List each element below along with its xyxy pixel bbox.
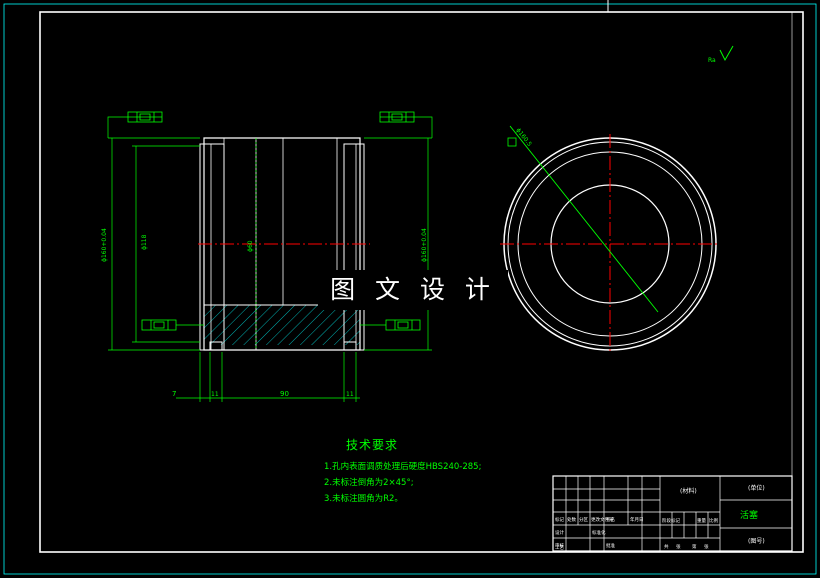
svg-text:张: 张 <box>676 543 681 550</box>
tol-frame-mid-right <box>385 319 421 331</box>
dim-left-outer: ϕ160+0.04 <box>101 228 108 262</box>
title-small-labels: 标记 处数 分区 更改文件号 签名 年月日 设计 标准化 阶段标记 重量 比例 … <box>555 516 718 551</box>
tech-req-item-2: 2.未标注倒角为2×45°; <box>324 478 414 488</box>
tech-req-item-1: 1.孔内表面调质处理后硬度HBS240-285; <box>324 462 482 472</box>
watermark-text: 图 文 设 计 <box>318 270 508 310</box>
svg-text:分区: 分区 <box>579 516 588 523</box>
tech-req-title: 技术要求 <box>346 438 399 452</box>
tol-frame-mid-left <box>141 319 177 331</box>
svg-text:张: 张 <box>704 543 709 550</box>
svg-text:标准化: 标准化 <box>592 529 606 536</box>
title-material: (材料) <box>680 487 697 495</box>
dim-right-outer: ϕ160+0.04 <box>421 228 428 262</box>
dim-left-inner: ϕ118 <box>141 234 148 250</box>
title-company: (单位) <box>748 484 765 492</box>
dim-bottom-90: 90 <box>280 390 289 398</box>
tech-req-item-3: 3.未标注圆角为R2。 <box>324 494 403 504</box>
section-hatch <box>204 305 360 345</box>
title-part-name: 活塞 <box>740 509 758 521</box>
diameter-leader <box>509 125 659 313</box>
side-view <box>500 125 720 352</box>
dim-bottom-11a: 11 <box>211 391 219 398</box>
svg-text:设计: 设计 <box>555 529 564 536</box>
dim-bottom-11b: 11 <box>346 391 354 398</box>
svg-text:年月日: 年月日 <box>630 516 644 523</box>
svg-text:标记: 标记 <box>555 516 564 523</box>
dim-circle-leader: ϕ160.5 <box>514 127 533 148</box>
title-drawing-no: (图号) <box>748 538 765 545</box>
surface-finish-icon <box>719 45 734 62</box>
svg-text:第: 第 <box>692 543 697 550</box>
svg-text:处数: 处数 <box>567 516 576 523</box>
svg-text:签名: 签名 <box>606 516 615 523</box>
dim-center-bore: ϕ60 <box>247 240 254 252</box>
svg-text:共: 共 <box>664 543 669 550</box>
svg-text:阶段标记: 阶段标记 <box>662 517 680 524</box>
front-dimensions <box>107 116 433 402</box>
technical-requirements: 技术要求 1.孔内表面调质处理后硬度HBS240-285; 2.未标注倒角为2×… <box>324 436 481 507</box>
surface-finish-mark: Ra <box>708 57 716 64</box>
svg-text:工艺: 工艺 <box>555 545 564 551</box>
datum-box <box>507 137 517 147</box>
dim-bottom-7: 7 <box>172 390 176 398</box>
svg-text:重量: 重量 <box>697 517 706 524</box>
svg-text:批准: 批准 <box>606 542 615 549</box>
svg-text:比例: 比例 <box>709 517 718 524</box>
front-view <box>198 137 370 351</box>
